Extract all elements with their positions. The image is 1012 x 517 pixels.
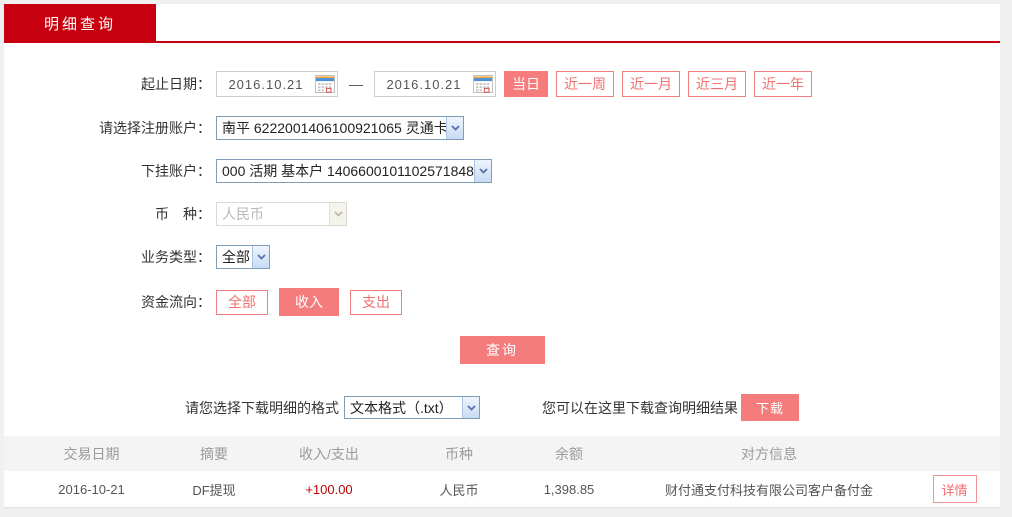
query-button[interactable]: 查询 — [459, 336, 545, 364]
table-row: 2016-10-21 DF提现 +100.00 人民币 1,398.85 财付通… — [4, 471, 1000, 508]
registered-account-row: 请选择注册账户： 南平 6222001406100921065 灵通卡 — [4, 116, 1000, 140]
end-date-input[interactable]: 2016.10.21 — [374, 71, 496, 97]
currency-select: 人民币 — [216, 202, 347, 226]
quick-range-today-button[interactable]: 当日 — [504, 71, 548, 97]
header-currency: 币种 — [445, 445, 473, 462]
cell-currency: 人民币 — [439, 482, 479, 498]
header-trade-date: 交易日期 — [63, 445, 120, 462]
business-type-row: 业务类型： 全部 — [4, 245, 1000, 269]
download-button[interactable]: 下载 — [741, 394, 799, 421]
calendar-icon[interactable] — [315, 75, 335, 93]
header-summary: 摘要 — [200, 445, 228, 462]
end-date-value: 2016.10.21 — [386, 76, 462, 92]
cell-trade-date: 2016-10-21 — [58, 481, 125, 497]
cell-actions: 详情 — [909, 475, 1000, 503]
start-date-value: 2016.10.21 — [228, 76, 304, 92]
dropdown-arrow-icon[interactable] — [252, 246, 269, 268]
download-format-label: 请您选择下载明细的格式 — [185, 399, 339, 416]
currency-row: 币 种： 人民币 — [4, 202, 1000, 226]
table-header-row: 交易日期 摘要 收入/支出 币种 余额 对方信息 — [4, 436, 1000, 471]
quick-range-month-button[interactable]: 近一月 — [622, 71, 680, 97]
date-range-row: 起止日期： 2016.10.21 — 2016.10.21 当日 近一周 近一月… — [4, 71, 1000, 97]
detail-query-panel: 明细查询 起止日期： 2016.10.21 — 2016.10.21 当日 近一… — [4, 4, 1000, 508]
registered-account-value: 南平 6222001406100921065 灵通卡 — [222, 120, 446, 136]
sub-account-value: 000 活期 基本户 1406600101102571848 — [222, 163, 474, 179]
cell-summary: DF提现 — [192, 482, 236, 498]
quick-range-week-button[interactable]: 近一周 — [556, 71, 614, 97]
fund-flow-row: 资金流向： 全部 收入 支出 — [4, 288, 1000, 316]
query-form: 起止日期： 2016.10.21 — 2016.10.21 当日 近一周 近一月… — [4, 43, 1000, 364]
start-date-input[interactable]: 2016.10.21 — [216, 71, 338, 97]
dropdown-arrow-icon[interactable] — [446, 117, 463, 139]
download-hint-text: 您可以在这里下载查询明细结果 — [542, 399, 738, 416]
currency-label: 币 种： — [155, 206, 211, 222]
date-range-separator: — — [349, 76, 363, 92]
currency-value: 人民币 — [222, 206, 264, 222]
dropdown-arrow-icon[interactable] — [462, 397, 479, 418]
download-row: 请您选择下载明细的格式 文本格式（.txt） 您可以在这里下载查询明细结果 下载 — [4, 394, 1000, 421]
sub-account-row: 下挂账户： 000 活期 基本户 1406600101102571848 — [4, 159, 1000, 183]
download-format-value: 文本格式（.txt） — [350, 399, 453, 416]
dropdown-arrow-icon — [329, 203, 346, 225]
registered-account-select[interactable]: 南平 6222001406100921065 灵通卡 — [216, 116, 464, 140]
result-table: 交易日期 摘要 收入/支出 币种 余额 对方信息 2016-10-21 DF提现… — [4, 436, 1000, 508]
header-income-expense: 收入/支出 — [299, 445, 359, 462]
download-format-select[interactable]: 文本格式（.txt） — [344, 396, 480, 419]
calendar-icon[interactable] — [473, 75, 493, 93]
fund-flow-label: 资金流向： — [141, 294, 211, 310]
quick-range-year-button[interactable]: 近一年 — [754, 71, 812, 97]
header-counterparty: 对方信息 — [741, 445, 797, 462]
sub-account-select[interactable]: 000 活期 基本户 1406600101102571848 — [216, 159, 492, 183]
tab-detail-query[interactable]: 明细查询 — [4, 4, 156, 43]
detail-button[interactable]: 详情 — [932, 475, 977, 503]
fund-flow-expense-button[interactable]: 支出 — [350, 289, 402, 315]
date-range-label: 起止日期： — [141, 76, 211, 92]
cell-amount: +100.00 — [305, 481, 353, 497]
fund-flow-all-button[interactable]: 全部 — [216, 289, 268, 315]
tab-bar: 明细查询 — [4, 4, 1000, 43]
business-type-value: 全部 — [222, 249, 250, 265]
sub-account-label: 下挂账户： — [141, 163, 211, 179]
quick-range-quarter-button[interactable]: 近三月 — [688, 71, 746, 97]
cell-balance: 1,398.85 — [543, 481, 595, 497]
cell-counterparty: 财付通支付科技有限公司客户备付金 — [664, 482, 873, 498]
dropdown-arrow-icon[interactable] — [474, 160, 491, 182]
registered-account-label: 请选择注册账户： — [99, 120, 211, 136]
fund-flow-income-button[interactable]: 收入 — [279, 288, 339, 316]
business-type-select[interactable]: 全部 — [216, 245, 270, 269]
business-type-label: 业务类型： — [141, 249, 211, 265]
header-balance: 余额 — [555, 445, 583, 462]
